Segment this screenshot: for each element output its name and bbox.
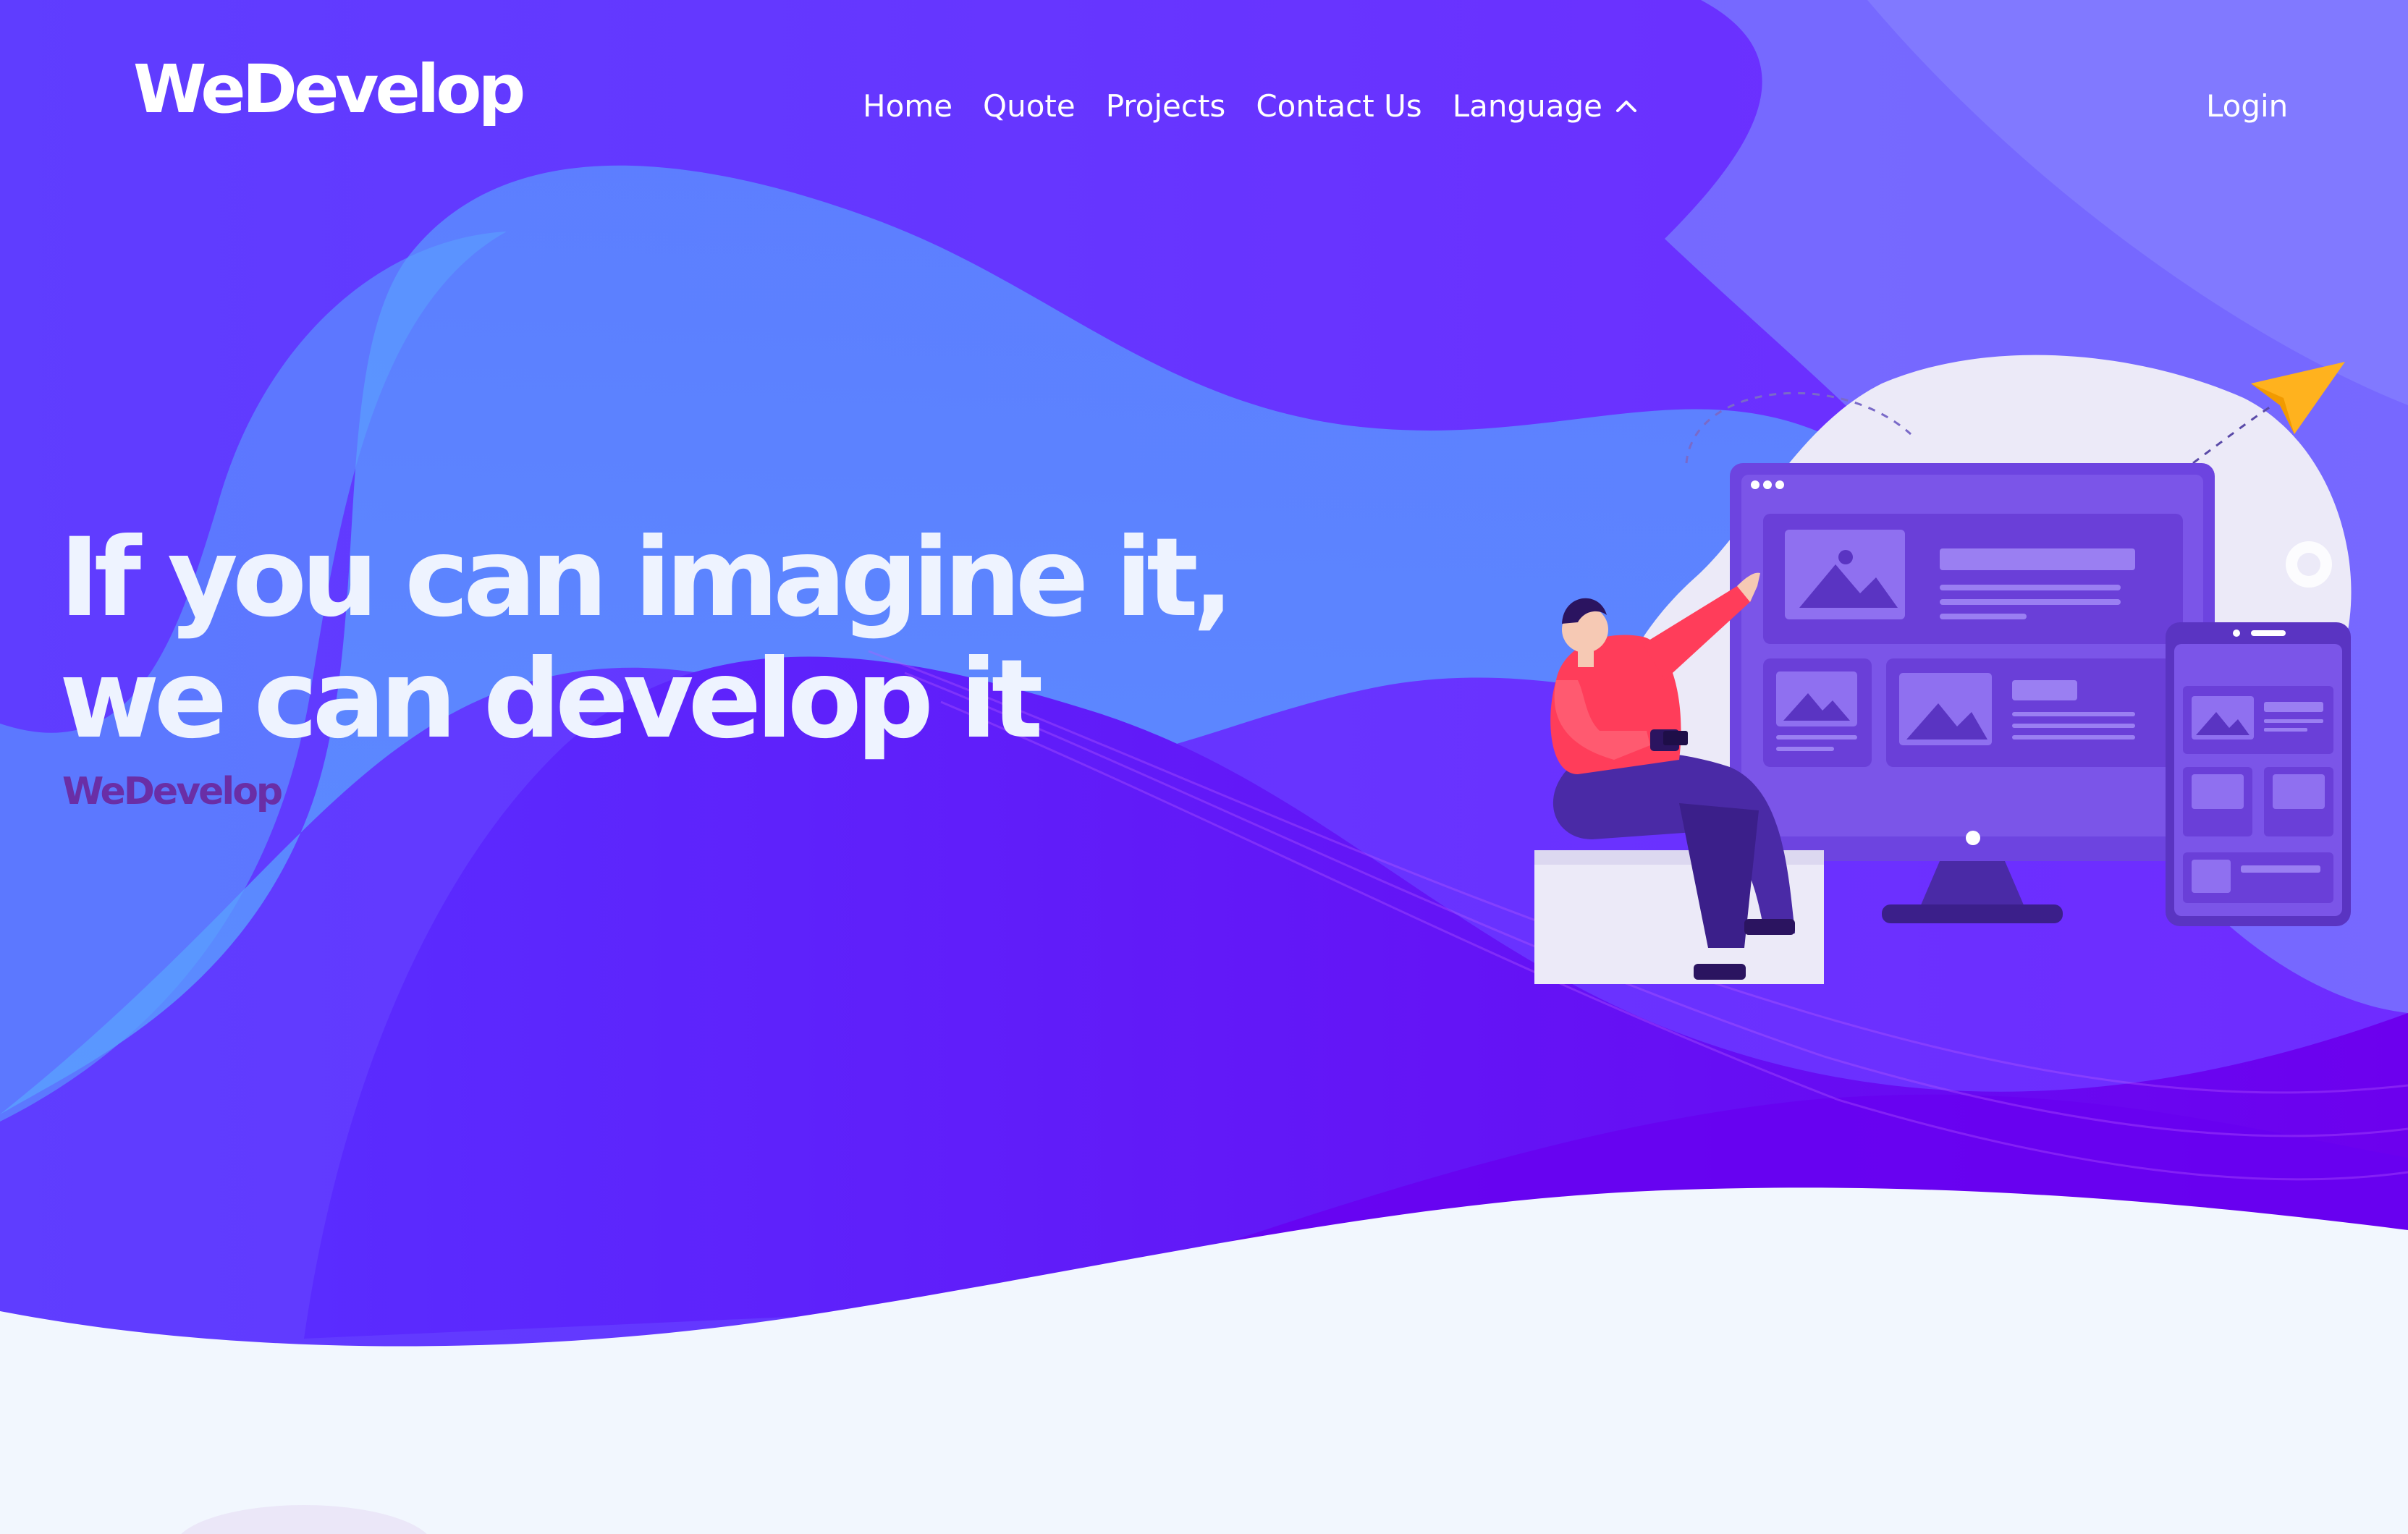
nav-contact-us[interactable]: Contact Us	[1256, 91, 1421, 122]
login-link[interactable]: Login	[2206, 91, 2288, 122]
site-logo[interactable]: WeDevelop	[133, 56, 525, 123]
developer-illustration	[1534, 355, 2352, 984]
nav-quote[interactable]: Quote	[983, 91, 1076, 122]
nav-projects[interactable]: Projects	[1106, 91, 1226, 122]
nav-home[interactable]: Home	[863, 91, 952, 122]
main-nav: Home Quote Projects Contact Us Language	[863, 91, 1637, 122]
chevron-up-icon	[1615, 101, 1636, 112]
hero-brand: WeDevelop	[62, 770, 283, 813]
language-label: Language	[1452, 88, 1602, 124]
language-dropdown[interactable]: Language	[1453, 91, 1637, 122]
hero-title: If you can imagine it, we can develop it	[59, 515, 1234, 763]
